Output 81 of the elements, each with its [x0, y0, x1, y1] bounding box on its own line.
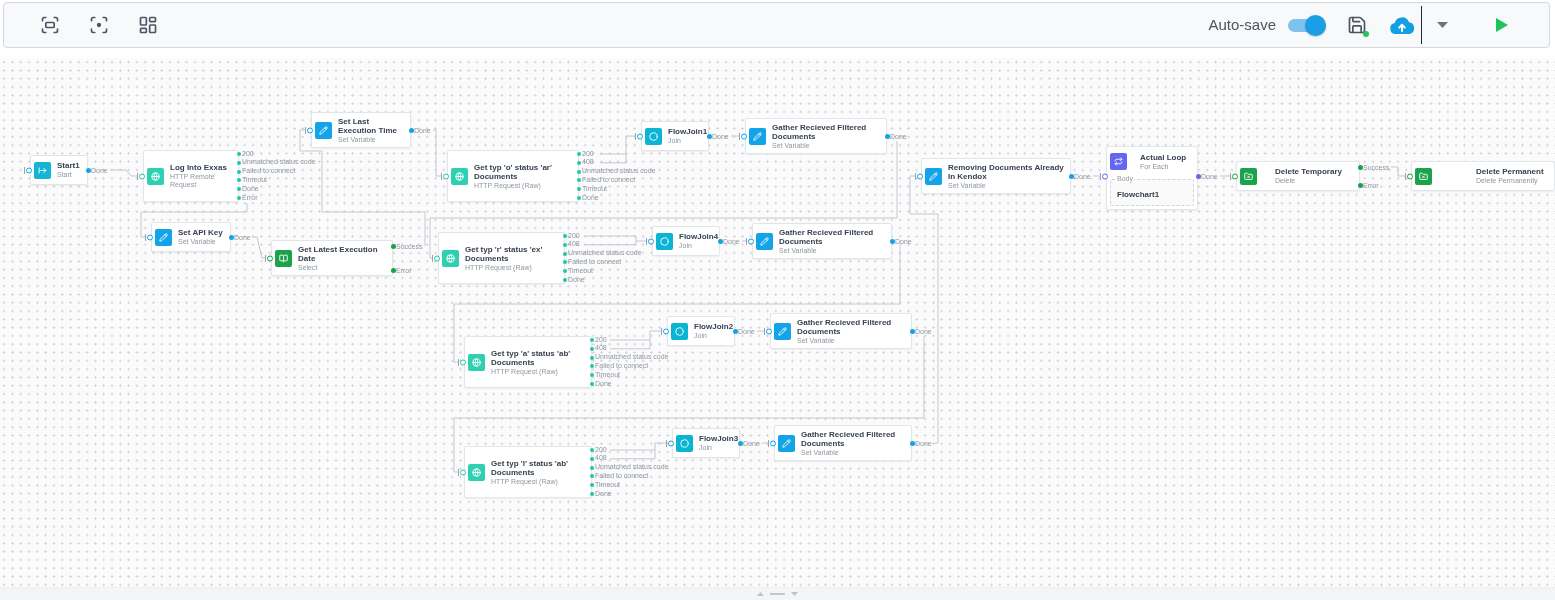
repeat-icon — [1110, 153, 1127, 170]
connector-line — [1219, 175, 1231, 177]
node-title: Delete Permanent — [1476, 167, 1544, 176]
ring-icon — [671, 322, 688, 340]
input-port-icon[interactable] — [764, 327, 772, 335]
node-title: Set API Key — [178, 228, 223, 237]
connector-line — [730, 135, 740, 137]
node-title: Get typ 'o' status 'ar' Documents — [474, 162, 553, 181]
pencil-icon — [749, 127, 766, 145]
pencil-icon — [925, 167, 942, 185]
play-icon — [1496, 18, 1508, 32]
node-title: Gather Recieved Filtered Documents — [797, 317, 893, 336]
input-port-icon[interactable] — [1100, 172, 1108, 180]
node-title: Delete Temporary — [1275, 167, 1342, 176]
node-title: FlowJoin2 — [694, 322, 732, 331]
node-title: FlowJoin1 — [668, 127, 706, 136]
caret-down-icon — [1437, 22, 1448, 28]
input-port-icon[interactable] — [1405, 172, 1413, 180]
node-title: Removing Documents Already In Kendox — [948, 162, 1065, 181]
globe-icon — [468, 353, 485, 371]
cloud-upload-icon — [1389, 15, 1415, 35]
fit-view-icon — [40, 15, 60, 35]
input-port-icon[interactable] — [441, 172, 449, 180]
input-port-icon[interactable] — [746, 237, 754, 245]
input-port-icon[interactable] — [137, 172, 145, 180]
ring-icon — [676, 434, 693, 452]
pencil-icon — [778, 434, 795, 452]
pencil-icon — [155, 228, 172, 246]
input-port-icon[interactable] — [458, 358, 466, 366]
folder-x-icon — [1415, 167, 1432, 185]
input-port-icon[interactable] — [739, 132, 747, 140]
connector-line — [109, 169, 138, 177]
node-title: Log Into Exxas — [170, 163, 228, 172]
ring-icon — [645, 127, 662, 145]
input-port-icon[interactable] — [24, 166, 32, 174]
node-title: Gather Recieved Filtered Documents — [801, 429, 897, 448]
caret-down-icon[interactable] — [791, 592, 798, 596]
node-title: Set Last Execution Time — [338, 116, 398, 135]
ring-icon — [656, 232, 673, 250]
input-port-icon[interactable] — [768, 439, 776, 447]
input-port-icon[interactable] — [915, 172, 923, 180]
auto-save-label: Auto-save — [1208, 14, 1276, 35]
node-title: Get typ 'l' status 'ab' Documents — [491, 458, 569, 477]
input-port-icon[interactable] — [265, 254, 273, 262]
node-title: Actual Loop — [1140, 152, 1187, 162]
pencil-icon — [756, 232, 773, 250]
save-icon — [1347, 15, 1367, 35]
focus-icon — [89, 15, 109, 35]
connector-line — [1390, 166, 1406, 177]
input-port-icon[interactable] — [145, 233, 153, 241]
globe-icon — [147, 167, 164, 185]
node-title: Gather Recieved Filtered Documents — [779, 227, 875, 246]
input-port-icon[interactable] — [1230, 172, 1238, 180]
node-title: Gather Recieved Filtered Documents — [772, 122, 868, 141]
input-port-icon[interactable] — [646, 237, 654, 245]
connector-line — [1092, 175, 1101, 177]
layout-panels-icon — [138, 15, 158, 35]
node-title: Get typ 'a' status 'ab' Documents — [491, 348, 572, 367]
folder-x-icon — [1240, 167, 1257, 185]
pencil-icon — [315, 121, 332, 139]
input-port-icon[interactable] — [432, 254, 440, 262]
connector-line — [252, 236, 266, 259]
node-title: Start1 — [57, 161, 80, 170]
drag-handle-icon[interactable] — [770, 593, 785, 595]
auto-save-toggle[interactable] — [1288, 14, 1326, 36]
input-port-icon[interactable] — [305, 126, 313, 134]
input-port-icon[interactable] — [661, 327, 669, 335]
nested-flowchart-label[interactable]: Flowchart1 — [1117, 190, 1160, 199]
globe-icon — [442, 249, 459, 267]
pencil-icon — [774, 322, 791, 340]
node-title: Get Latest Execution Date — [298, 244, 379, 263]
globe-icon — [468, 463, 485, 481]
node-title: Get typ 'r' status 'ex' Documents — [465, 244, 544, 263]
node-title: FlowJoin4 — [679, 232, 717, 241]
input-port-icon[interactable] — [458, 468, 466, 476]
caret-up-icon[interactable] — [757, 592, 764, 596]
book-icon — [275, 249, 292, 267]
node-title: FlowJoin3 — [699, 434, 737, 443]
input-port-icon[interactable] — [666, 439, 674, 447]
globe-icon — [451, 167, 468, 185]
input-port-icon[interactable] — [635, 132, 643, 140]
